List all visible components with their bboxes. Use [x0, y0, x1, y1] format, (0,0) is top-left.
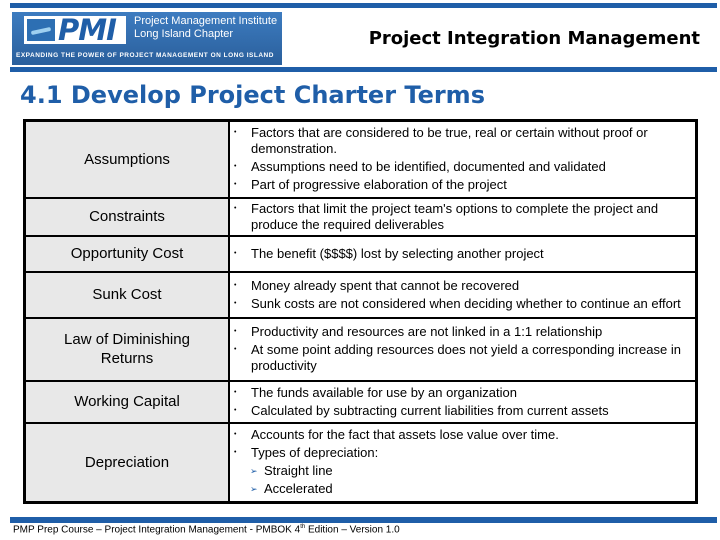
table-row: Assumptions Factors that are considered …: [23, 119, 698, 199]
table-row: Opportunity Cost The benefit ($$$$) lost…: [23, 234, 698, 273]
bullet-item: The benefit ($$$$) lost by selecting ano…: [230, 246, 695, 262]
pmi-logo: PMI Project Management Institute Long Is…: [12, 12, 282, 65]
bullet-item: Money already spent that cannot be recov…: [230, 278, 695, 294]
term-cell: Depreciation: [23, 421, 230, 504]
table-row: Depreciation Accounts for the fact that …: [23, 421, 698, 504]
bullet-item: Factors that are considered to be true, …: [230, 125, 695, 157]
term-cell: Working Capital: [23, 379, 230, 424]
table-row: Sunk Cost Money already spent that canno…: [23, 270, 698, 319]
bullet-item: Productivity and resources are not linke…: [230, 324, 695, 340]
term-cell: Assumptions: [23, 119, 230, 199]
bullet-item: At some point adding resources does not …: [230, 342, 695, 374]
long-island-map-icon: [27, 19, 55, 41]
bullet-item: Calculated by subtracting current liabil…: [230, 403, 695, 419]
footer-text: PMP Prep Course – Project Integration Ma…: [13, 524, 400, 535]
page-title: 4.1 Develop Project Charter Terms: [20, 81, 485, 109]
footer-text-main: PMP Prep Course – Project Integration Ma…: [13, 524, 301, 536]
bullet-item: The funds available for use by an organi…: [230, 385, 695, 401]
logo-pmi-text: PMI: [58, 13, 117, 47]
header-bottom-bar: [10, 67, 717, 72]
term-cell: Constraints: [23, 196, 230, 237]
logo-mark: PMI: [24, 13, 126, 47]
definition-cell: Factors that limit the project team's op…: [228, 196, 698, 237]
bullet-item: Sunk costs are not considered when decid…: [230, 296, 695, 312]
definition-cell: The funds available for use by an organi…: [228, 379, 698, 424]
bullet-item: Assumptions need to be identified, docum…: [230, 159, 695, 175]
term-cell: Opportunity Cost: [23, 234, 230, 273]
sub-bullet-item: Straight line: [230, 463, 695, 479]
bullet-item: Factors that limit the project team's op…: [230, 201, 695, 233]
table-row: Law of Diminishing Returns Productivity …: [23, 316, 698, 382]
definition-cell: Productivity and resources are not linke…: [228, 316, 698, 382]
term-cell: Sunk Cost: [23, 270, 230, 319]
definition-cell: Accounts for the fact that assets lose v…: [228, 421, 698, 504]
header-top-bar: [10, 3, 717, 8]
terms-table: Assumptions Factors that are considered …: [23, 119, 698, 504]
definition-cell: Money already spent that cannot be recov…: [228, 270, 698, 319]
section-title: Project Integration Management: [368, 28, 700, 49]
bullet-item: Part of progressive elaboration of the p…: [230, 177, 695, 193]
definition-cell: Factors that are considered to be true, …: [228, 119, 698, 199]
footer-text-end: Edition – Version 1.0: [305, 524, 400, 536]
term-cell: Law of Diminishing Returns: [23, 316, 230, 382]
sub-bullet-item: Accelerated: [230, 481, 695, 497]
table-row: Working Capital The funds available for …: [23, 379, 698, 424]
definition-cell: The benefit ($$$$) lost by selecting ano…: [228, 234, 698, 273]
org-name-line1: Project Management Institute: [134, 15, 278, 27]
org-tagline: EXPANDING THE POWER OF PROJECT MANAGEMEN…: [16, 52, 274, 59]
org-name-line2: Long Island Chapter: [134, 28, 234, 40]
table-row: Constraints Factors that limit the proje…: [23, 196, 698, 237]
bullet-item: Accounts for the fact that assets lose v…: [230, 427, 695, 443]
footer-bar: [10, 517, 717, 523]
bullet-item: Types of depreciation:: [230, 445, 695, 461]
